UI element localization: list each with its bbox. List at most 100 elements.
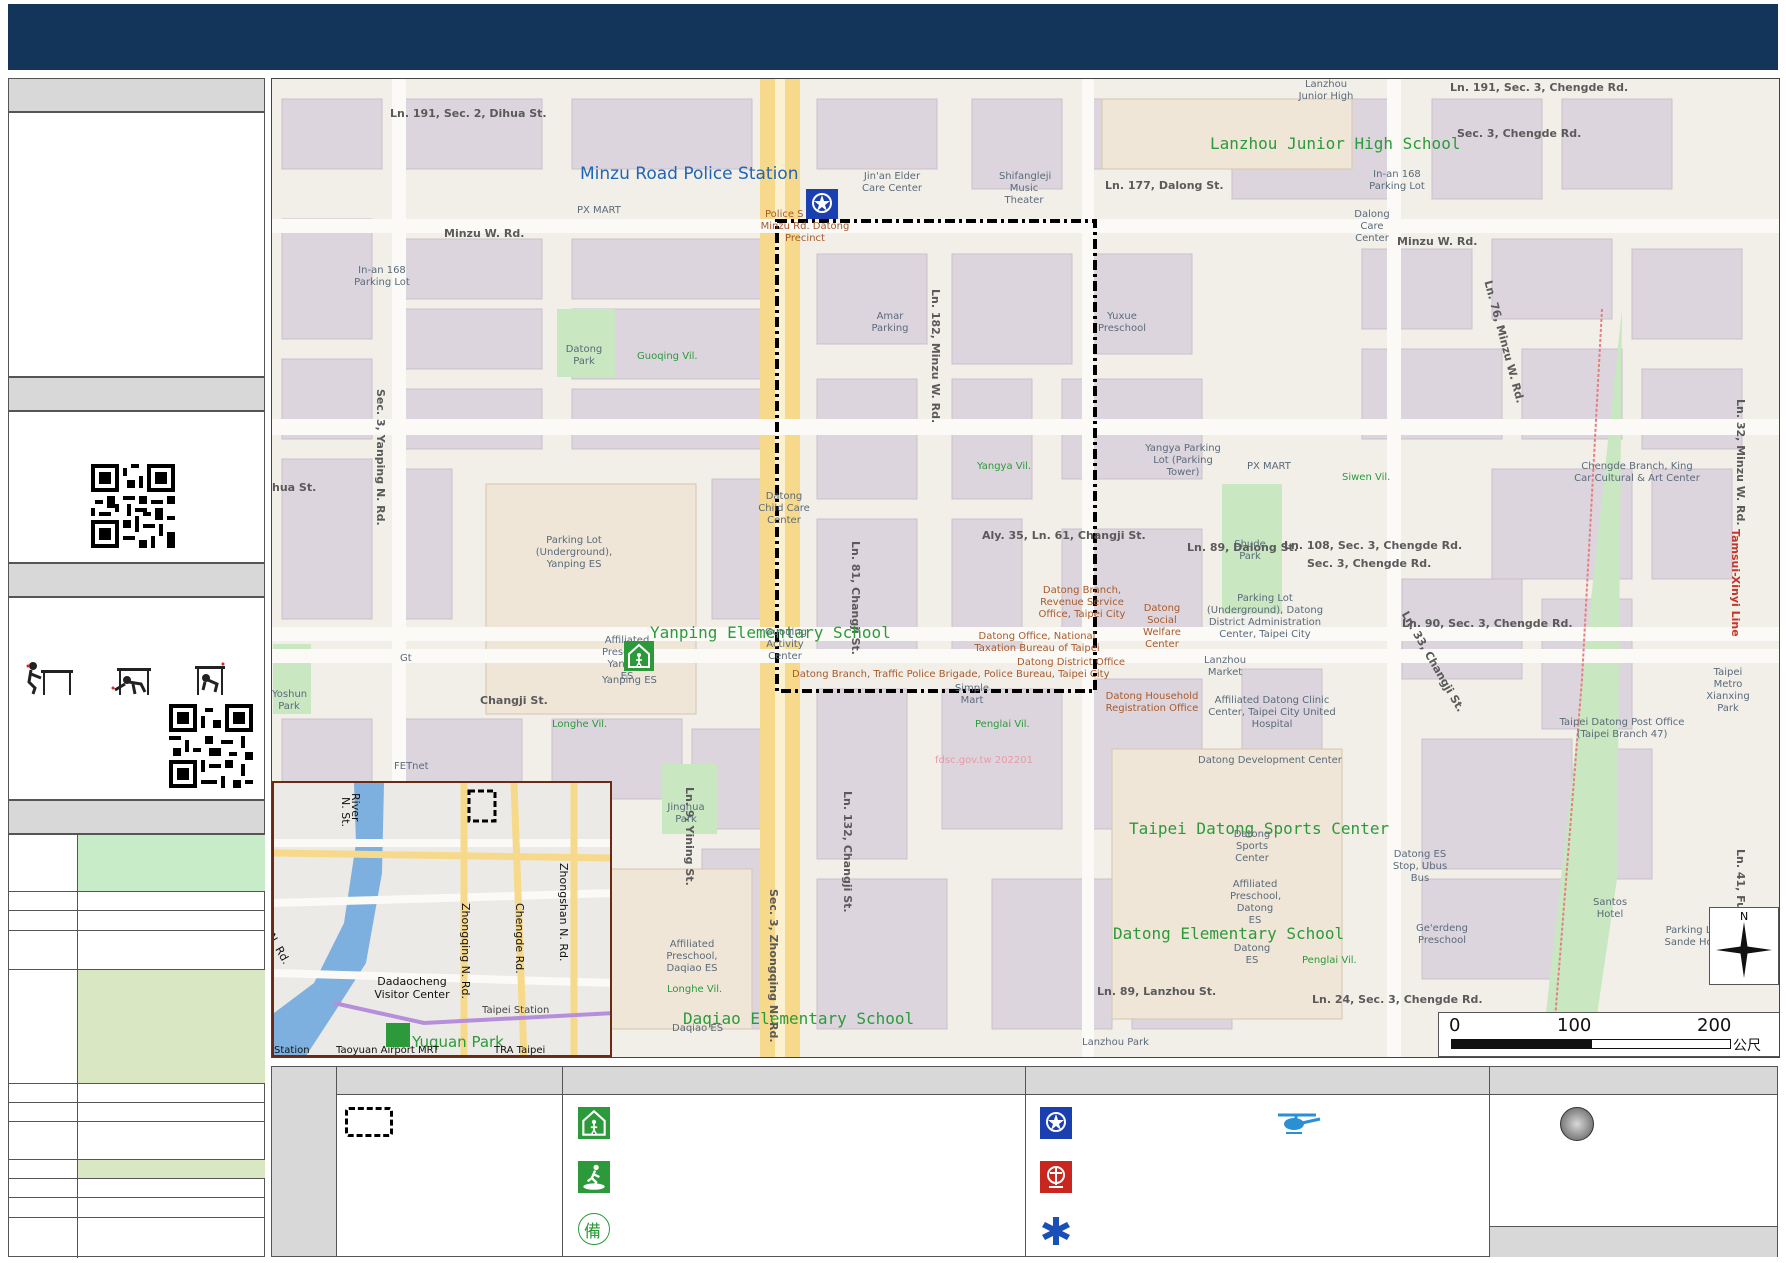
fire-station-legend-icon	[1040, 1161, 1072, 1193]
inset-label: N. St.	[339, 797, 352, 828]
poi-label: Ge'erdeng Preschool	[1416, 923, 1468, 946]
poi-label: Daqiao ES	[672, 1023, 724, 1034]
title-banner	[8, 4, 1778, 70]
panel-header-2	[8, 377, 265, 411]
info-table	[8, 834, 265, 1258]
legend-column-header	[563, 1067, 1026, 1095]
street-label: Ln. 108, Sec. 3, Chengde Rd.	[1284, 539, 1463, 552]
street-label: Minzu W. Rd.	[444, 227, 525, 240]
map-canvas[interactable]: Ln. 191, Sec. 2, Dihua St. Minzu W. Rd. …	[271, 78, 1780, 1058]
poi-label: Taipei Metro Xianxing Park	[1706, 667, 1750, 714]
school-label: Lanzhou Junior High School	[1210, 134, 1461, 153]
poi-label: Simple Mart	[954, 683, 990, 706]
evacuation-site-legend-icon	[578, 1161, 610, 1193]
poi-label: Santos Hotel	[1592, 897, 1628, 920]
police-station-label: Minzu Road Police Station	[580, 164, 799, 184]
poi-label: Parking Lot (Underground), Yanping ES	[535, 535, 613, 570]
street-label: Sec. 3, Yanping N. Rd.	[374, 389, 387, 526]
street-label: Ln. 24, Sec. 3, Chengde Rd.	[1312, 993, 1483, 1006]
village-label: Yangya Vil.	[977, 461, 1032, 472]
street-label: Ln. 90, Sec. 3, Chengde Rd.	[1402, 617, 1573, 630]
shelter-legend-icon	[578, 1107, 610, 1139]
street-label: Ln. 191, Sec. 3, Chengde Rd.	[1450, 81, 1629, 94]
poi-label: Datong Sports Center	[1233, 829, 1271, 864]
poi-label: Yuxue Preschool	[1098, 311, 1146, 334]
street-label: Sec. 3, Chengde Rd.	[1307, 557, 1432, 570]
cover-pictogram-icon	[111, 668, 151, 695]
svg-text:N: N	[1740, 910, 1748, 923]
qr-code-icon[interactable]	[91, 464, 175, 548]
table-cell-highlight	[78, 835, 265, 891]
helicopter-legend-icon	[1272, 1109, 1324, 1137]
panel-header-1	[8, 78, 265, 112]
poi-label: Datong Branch, Revenue Service Office, T…	[1038, 585, 1126, 620]
village-label: Penglai Vil.	[975, 719, 1030, 730]
poi-label: PX MART	[577, 205, 621, 216]
boundary-legend-icon	[345, 1107, 393, 1137]
poi-label: Shifangleji Music Theater	[999, 171, 1052, 206]
inset-label: TRA Taipei	[494, 1045, 546, 1056]
village-label: Longhe Vil.	[552, 719, 608, 730]
shelter-icon[interactable]	[624, 641, 654, 671]
poi-label: Lanzhou Market	[1203, 655, 1247, 678]
poi-label: Affiliated Datong Clinic Center, Taipei …	[1208, 695, 1336, 730]
poi-label: Datong Office, National Taxation Bureau …	[974, 631, 1100, 654]
village-label: Penglai Vil.	[1302, 955, 1357, 966]
hold-on-pictogram-icon	[195, 662, 225, 695]
street-label: Sec. 3, Chengde Rd.	[1457, 127, 1582, 140]
inset-label: Zhongqing N. Rd.	[459, 903, 472, 1000]
poi-label: Datong District Office	[1017, 657, 1126, 668]
drop-pictogram-icon	[26, 662, 73, 695]
police-legend-icon	[1040, 1107, 1072, 1139]
street-label: Aly. 35, Ln. 61, Changji St.	[982, 529, 1146, 542]
poi-label: In-an 168 Parking Lot	[1369, 169, 1425, 192]
park-evac-icon	[386, 1023, 410, 1047]
inset-label: Dadaocheng Visitor Center	[374, 975, 450, 1001]
poi-label: Amar Parking	[871, 311, 909, 334]
poi-label: Minzu Rd. Datong Precinct	[760, 221, 850, 244]
inset-map[interactable]: River N. St. Zhongqing N. Rd. Chengde Rd…	[272, 781, 612, 1057]
poi-label: Chengde Branch, King Car Cultural & Art …	[1574, 461, 1700, 484]
legend: 備	[271, 1066, 1778, 1257]
ems-legend-icon	[1040, 1215, 1072, 1247]
poi-label: Taipei Datong Post Office (Taipei Branch…	[1559, 717, 1685, 740]
poi-label: Datong Branch, Traffic Police Brigade, P…	[792, 669, 1110, 680]
inset-label: Zhongshan N. Rd.	[557, 863, 570, 962]
legend-column-header	[1490, 1067, 1777, 1095]
street-label: Ln. 191, Sec. 2, Dihua St.	[390, 107, 547, 120]
poi-label: Datong Park	[565, 344, 603, 367]
north-arrow-icon: N	[1709, 907, 1779, 985]
legend-column-header	[337, 1067, 563, 1095]
poi-label: FETnet	[394, 761, 429, 772]
village-label: Guoqing Vil.	[637, 351, 698, 362]
village-label: Longhe Vil.	[667, 984, 723, 995]
street-label: Ln. 182, Minzu W. Rd.	[929, 289, 942, 424]
scale-tick-label: 100	[1557, 1015, 1592, 1036]
street-label: Minzu W. Rd.	[1397, 235, 1478, 248]
poi-label: Datong Social Welfare Center	[1143, 603, 1181, 650]
legend-side-header	[272, 1067, 337, 1256]
reserve-site-legend-icon: 備	[578, 1213, 610, 1245]
poi-label: Dalong Care Center	[1354, 209, 1390, 244]
street-label: hua St.	[272, 481, 317, 494]
qr-code-icon[interactable]	[169, 704, 253, 788]
school-label: Datong Elementary School	[1113, 924, 1345, 943]
panel-header-3	[8, 563, 265, 597]
street-label: Ln. 132, Changji St.	[841, 791, 854, 913]
metro-line-label: Tamsui-Xinyi Line	[1729, 529, 1742, 637]
street-label: Ln. 177, Dalong St.	[1105, 179, 1224, 192]
poi-label: Lanzhou Park	[1082, 1037, 1149, 1048]
poi-label: Gt	[400, 653, 412, 664]
poi-label: Guoqing Activity Center	[765, 627, 808, 662]
poi-label: Parking Lot (Underground), Datong Distri…	[1206, 593, 1324, 640]
poi-label: Affiliated Preschool, Datong ES	[1230, 879, 1282, 926]
scale-tick-label: 0	[1449, 1015, 1461, 1036]
police-station-icon[interactable]	[806, 189, 838, 219]
panel-body-1	[8, 112, 265, 377]
marker-legend-icon	[1560, 1107, 1594, 1141]
poi-label: Lanzhou Junior High	[1298, 79, 1354, 102]
street-label: Ln. 89, Lanzhou St.	[1097, 985, 1217, 998]
poi-label: Datong ES Stop, Ubus Bus	[1392, 849, 1448, 884]
panel-body-2	[8, 411, 265, 563]
street-label: Changji St.	[480, 694, 548, 707]
